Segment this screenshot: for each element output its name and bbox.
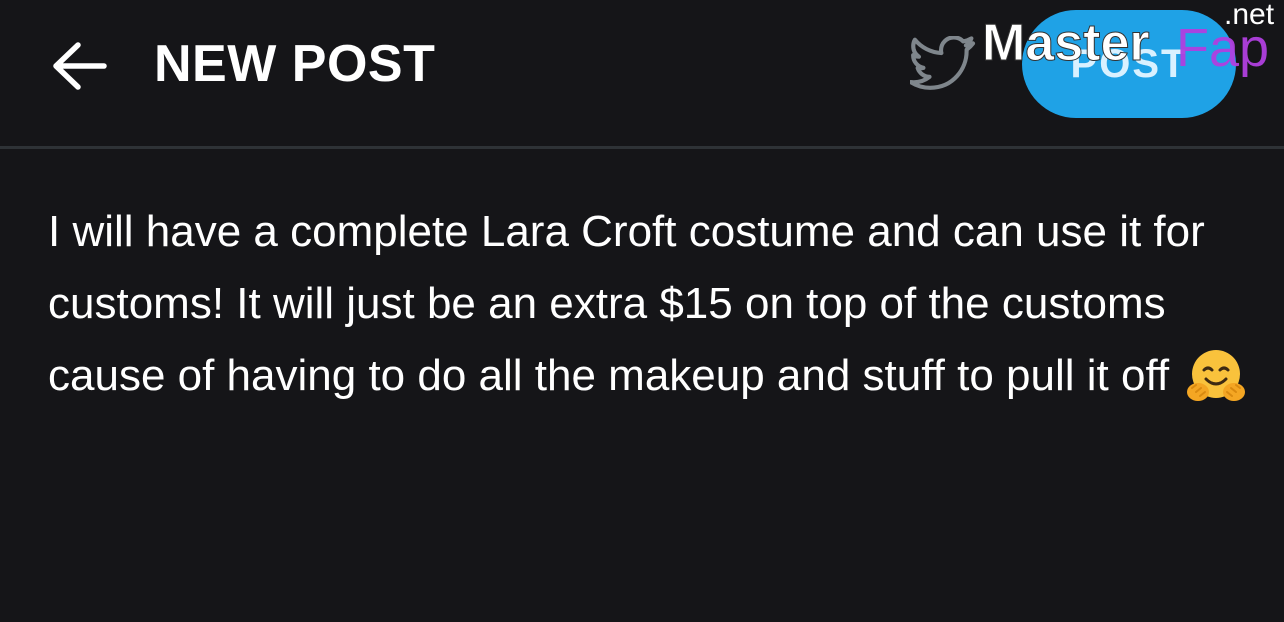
svg-text:.net: .net: [1224, 0, 1275, 31]
back-button[interactable]: [44, 34, 116, 98]
header-divider: [0, 146, 1284, 149]
page-title: NEW POST: [154, 35, 436, 93]
twitter-icon[interactable]: [910, 36, 976, 94]
hugging-face-emoji: [1185, 348, 1247, 426]
post-text-area[interactable]: I will have a complete Lara Croft costum…: [48, 196, 1258, 426]
post-text: I will have a complete Lara Croft costum…: [48, 207, 1205, 400]
arrow-left-icon: [53, 42, 107, 90]
post-button[interactable]: POST: [1022, 10, 1236, 118]
app-header: NEW POST POST Master Fap .net: [0, 0, 1284, 146]
